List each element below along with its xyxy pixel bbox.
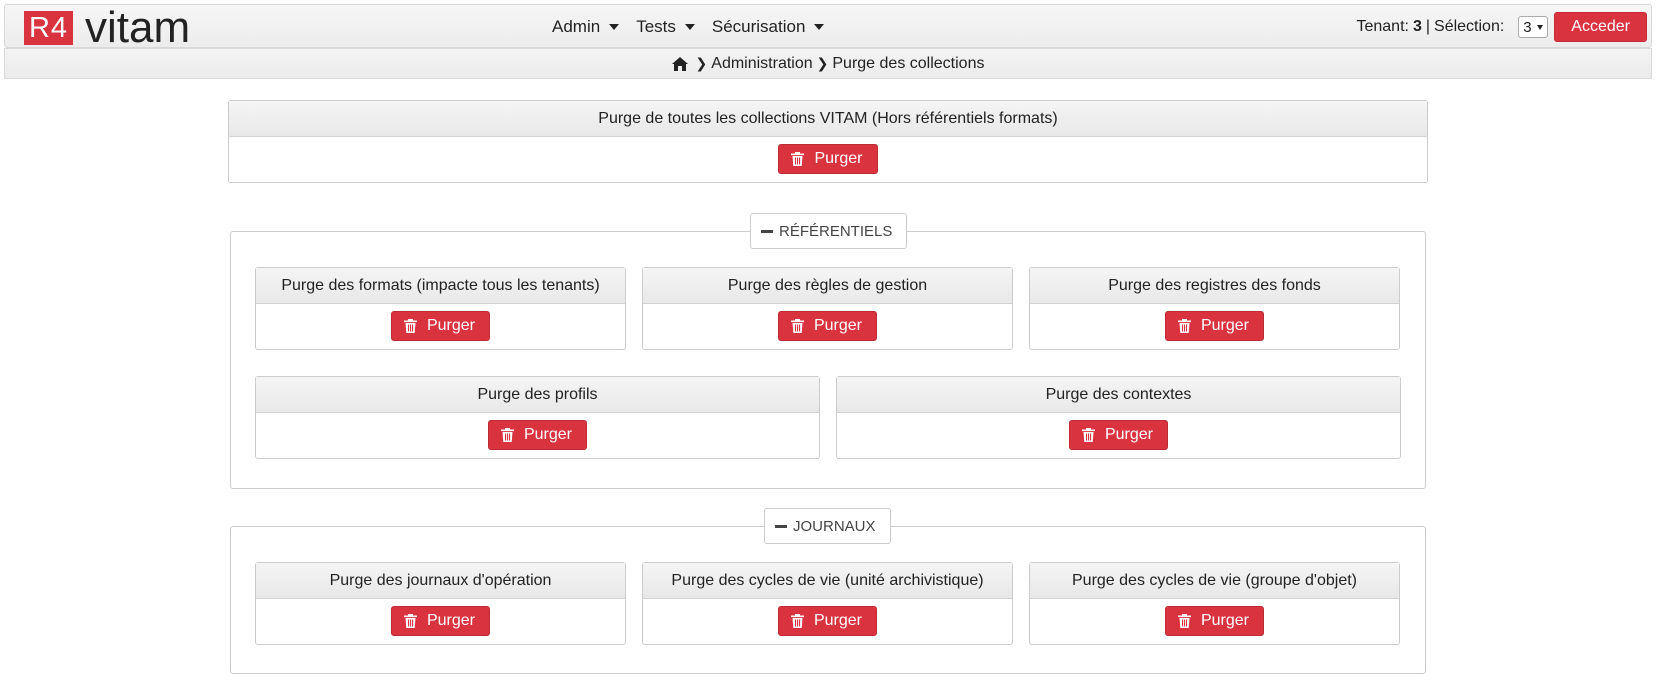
panel-title: Purge des journaux d'opération — [256, 563, 625, 599]
trash-icon — [791, 152, 805, 166]
purge-registres-button[interactable]: Purger — [1164, 311, 1265, 341]
panel-body: Purger — [643, 304, 1012, 348]
purge-button-label: Purger — [814, 150, 863, 167]
panel-body: Purger — [1030, 304, 1399, 348]
panel-title: Purge des cycles de vie (groupe d'objet) — [1030, 563, 1399, 599]
referentiels-legend: RÉFÉRENTIELS — [779, 222, 893, 240]
chevron-right-icon: ❯ — [695, 55, 708, 71]
purge-contextes-button[interactable]: Purger — [1068, 420, 1169, 450]
purge-cycles-unite-button[interactable]: Purger — [777, 606, 878, 636]
trash-icon — [790, 319, 804, 333]
chevron-right-icon: ❯ — [816, 55, 829, 71]
trash-icon — [1081, 428, 1095, 442]
trash-icon — [403, 614, 417, 628]
purge-button-label: Purger — [1104, 426, 1154, 443]
breadcrumb: ❯ Administration ❯ Purge des collections — [4, 48, 1652, 79]
purge-button-label: Purger — [813, 317, 863, 334]
panel-body: Purger — [256, 599, 625, 643]
panel-purge-registres: Purge des registres des fonds Purger — [1029, 267, 1400, 350]
panel-title: Purge des formats (impacte tous les tena… — [256, 268, 625, 304]
purge-button-label: Purger — [523, 426, 573, 443]
tenant-label: Tenant: — [1356, 18, 1409, 35]
panel-purge-profils: Purge des profils Purger — [255, 376, 820, 459]
logo-text: vitam — [85, 3, 191, 52]
purge-button-label: Purger — [1200, 317, 1250, 334]
referentiels-toggle[interactable]: RÉFÉRENTIELS — [750, 213, 908, 249]
separator: | — [1425, 18, 1431, 35]
panel-title: Purge de toutes les collections VITAM (H… — [229, 101, 1427, 137]
purge-journaux-operation-button[interactable]: Purger — [390, 606, 491, 636]
caret-down-icon — [684, 24, 695, 30]
panel-purge-all: Purge de toutes les collections VITAM (H… — [228, 100, 1428, 183]
menu-securisation-label: Sécurisation — [711, 17, 806, 36]
panel-body: Purger — [1030, 599, 1399, 643]
acceder-button[interactable]: Acceder — [1554, 12, 1647, 42]
trash-icon — [790, 614, 804, 628]
logo[interactable]: R4 vitam — [24, 3, 191, 52]
menu-admin[interactable]: Admin — [552, 17, 620, 37]
panel-purge-formats: Purge des formats (impacte tous les tena… — [255, 267, 626, 350]
purge-formats-button[interactable]: Purger — [390, 311, 491, 341]
breadcrumb-item-current: Purge des collections — [832, 54, 985, 72]
purge-button-label: Purger — [426, 317, 476, 334]
menu-securisation[interactable]: Sécurisation — [712, 17, 825, 37]
purge-profils-button[interactable]: Purger — [487, 420, 588, 450]
panel-title: Purge des registres des fonds — [1030, 268, 1399, 304]
purge-button-label: Purger — [813, 612, 863, 629]
purge-regles-button[interactable]: Purger — [777, 311, 878, 341]
minus-icon — [761, 229, 773, 233]
panel-purge-cycles-unite: Purge des cycles de vie (unité archivist… — [642, 562, 1013, 645]
trash-icon — [1177, 319, 1191, 333]
breadcrumb-item-administration[interactable]: Administration — [711, 55, 812, 73]
purge-all-button[interactable]: Purger — [778, 144, 878, 174]
purge-cycles-groupe-button[interactable]: Purger — [1164, 606, 1265, 636]
panel-title: Purge des règles de gestion — [643, 268, 1012, 304]
panel-purge-regles: Purge des règles de gestion Purger — [642, 267, 1013, 350]
select-caret-icon — [1537, 25, 1544, 30]
panel-purge-journaux-operation: Purge des journaux d'opération Purger — [255, 562, 626, 645]
menu-tests-label: Tests — [636, 17, 676, 36]
minus-icon — [775, 524, 787, 528]
menu-admin-label: Admin — [552, 17, 601, 36]
trash-icon — [500, 428, 514, 442]
tenant-select[interactable]: 3 — [1518, 16, 1549, 38]
panel-body: Purger — [256, 413, 819, 457]
trash-icon — [1177, 614, 1191, 628]
home-icon[interactable] — [671, 56, 688, 71]
logo-badge: R4 — [24, 11, 73, 45]
selection-label: Sélection: — [1434, 18, 1505, 35]
main-menu: Admin Tests Sécurisation — [552, 5, 841, 49]
purge-button-label: Purger — [426, 612, 476, 629]
menu-tests[interactable]: Tests — [636, 17, 695, 37]
journaux-legend: JOURNAUX — [793, 517, 876, 535]
panel-purge-cycles-groupe: Purge des cycles de vie (groupe d'objet)… — [1029, 562, 1400, 645]
panel-body: Purger — [643, 599, 1012, 643]
panel-body: Purger — [837, 413, 1400, 457]
caret-down-icon — [609, 24, 620, 30]
top-navbar: R4 vitam Admin Tests Sécurisation Tenant… — [4, 3, 1652, 52]
tenant-select-value: 3 — [1523, 18, 1532, 36]
journaux-toggle[interactable]: JOURNAUX — [764, 508, 891, 544]
panel-title: Purge des profils — [256, 377, 819, 413]
tenant-value: 3 — [1412, 18, 1422, 35]
panel-title: Purge des contextes — [837, 377, 1400, 413]
panel-purge-contextes: Purge des contextes Purger — [836, 376, 1401, 459]
tenant-controls: Tenant: 3 | Sélection: 3 Acceder — [1356, 11, 1647, 43]
caret-down-icon — [814, 24, 825, 30]
panel-body: Purger — [256, 304, 625, 348]
panel-body: Purger — [229, 137, 1427, 181]
trash-icon — [403, 319, 417, 333]
panel-title: Purge des cycles de vie (unité archivist… — [643, 563, 1012, 599]
purge-button-label: Purger — [1200, 612, 1250, 629]
